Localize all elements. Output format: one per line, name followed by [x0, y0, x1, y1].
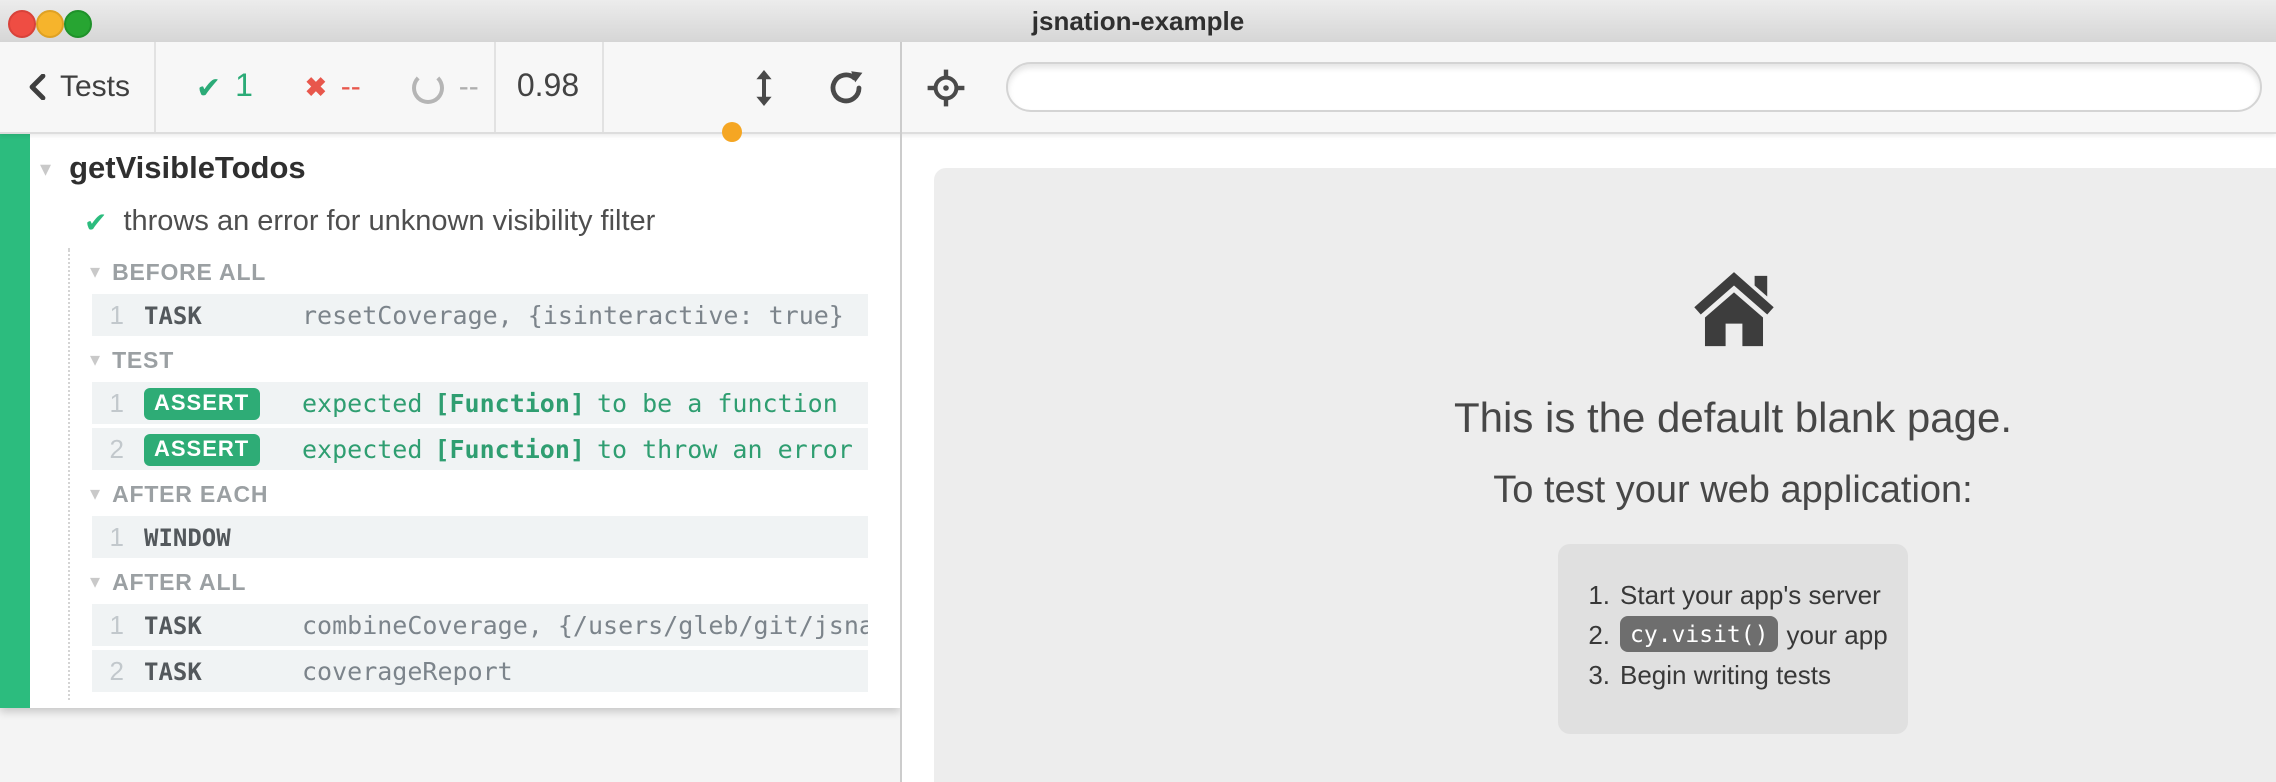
titlebar: jsnation-example — [0, 0, 2276, 44]
command-method: TASK — [144, 657, 294, 685]
command-row[interactable]: 1 WINDOW — [92, 516, 868, 558]
test-row[interactable]: ✔ throws an error for unknown visibility… — [0, 196, 900, 248]
chevron-left-icon — [28, 74, 46, 100]
toolbar: Tests ✔ 1 ✖ -- -- 0.98 — [0, 42, 2276, 134]
passed-count: 1 — [235, 69, 253, 105]
command-method: WINDOW — [144, 523, 294, 551]
command-message: combineCoverage, {/users/gleb/git/jsnati… — [302, 610, 868, 640]
test-duration: 0.98 — [494, 42, 602, 132]
back-to-tests-label: Tests — [60, 70, 130, 104]
command-method: TASK — [144, 611, 294, 639]
command-method: ASSERT — [144, 433, 294, 465]
command-message: expected[Function]to throw an error — [302, 434, 868, 464]
command-method: ASSERT — [144, 387, 294, 419]
header-divider — [602, 42, 604, 132]
arrows-up-down-icon — [754, 69, 774, 105]
command-number: 1 — [92, 300, 124, 330]
command-number: 1 — [92, 610, 124, 640]
command-message: expected[Function]to be a function — [302, 388, 868, 418]
stat-pending: -- — [413, 70, 479, 104]
selector-playground-button[interactable] — [926, 42, 966, 132]
command-row[interactable]: 2 TASK coverageReport — [92, 650, 868, 692]
cross-icon: ✖ — [305, 71, 327, 103]
command-message: resetCoverage, {isinteractive: true} — [302, 300, 868, 330]
hook-label: TEST — [112, 349, 174, 373]
aut-panel: This is the default blank page. To test … — [902, 132, 2276, 782]
refresh-icon — [826, 67, 866, 107]
hook-label: BEFORE ALL — [112, 261, 266, 285]
step-text: your app — [1787, 619, 1888, 649]
crosshair-icon — [926, 67, 966, 107]
suite-title: getVisibleTodos — [69, 152, 306, 188]
blank-page-heading: This is the default blank page. — [902, 396, 2276, 444]
hook-header-test[interactable]: ▾ TEST — [0, 346, 900, 376]
panel-divider[interactable] — [900, 42, 902, 782]
caret-down-icon: ▾ — [90, 263, 100, 283]
viewport-indicator-dot — [722, 122, 742, 142]
blank-page-content: This is the default blank page. To test … — [902, 132, 2276, 734]
command-number: 2 — [92, 656, 124, 686]
command-row[interactable]: 2 ASSERT expected[Function]to throw an e… — [92, 428, 868, 470]
test-stats: ✔ 1 ✖ -- -- — [156, 42, 494, 132]
hook-commands: 1 WINDOW — [92, 516, 868, 558]
hook-commands: 1 TASK combineCoverage, {/users/gleb/git… — [92, 604, 868, 692]
command-number: 1 — [92, 522, 124, 552]
reporter-panel: ▾ getVisibleTodos ✔ throws an error for … — [0, 132, 900, 782]
command-message: coverageReport — [302, 656, 868, 686]
pending-count: -- — [459, 70, 479, 104]
hook-header-before-all[interactable]: ▾ BEFORE ALL — [0, 258, 900, 288]
command-number: 1 — [92, 388, 124, 418]
hook-label: AFTER ALL — [112, 571, 246, 595]
command-number: 2 — [92, 434, 124, 464]
step-text: Start your app's server — [1620, 579, 1881, 609]
command-row[interactable]: 1 TASK resetCoverage, {isinteractive: tr… — [92, 294, 868, 336]
viewport-scale-button[interactable] — [754, 42, 774, 132]
suite-row[interactable]: ▾ getVisibleTodos — [0, 148, 900, 192]
app-window: jsnation-example Tests ✔ 1 ✖ -- -- — [0, 0, 2276, 782]
caret-down-icon: ▾ — [90, 485, 100, 505]
home-icon — [902, 266, 2276, 350]
hook-label: AFTER EACH — [112, 483, 268, 507]
stat-passed: ✔ 1 — [196, 69, 253, 105]
step-text: Begin writing tests — [1620, 659, 1831, 689]
hook-commands: 1 TASK resetCoverage, {isinteractive: tr… — [92, 294, 868, 336]
test-title: throws an error for unknown visibility f… — [123, 206, 655, 238]
url-input[interactable] — [1006, 62, 2262, 112]
hook-header-after-all[interactable]: ▾ AFTER ALL — [0, 568, 900, 598]
caret-down-icon[interactable]: ▾ — [40, 159, 51, 181]
instruction-step: 2. cy.visit() your app — [1578, 614, 1908, 654]
instructions-box: 1. Start your app's server 2. cy.visit()… — [1558, 544, 1908, 734]
assert-badge: ASSERT — [144, 387, 259, 419]
hook-commands: 1 ASSERT expected[Function]to be a funct… — [92, 382, 868, 470]
window-title: jsnation-example — [0, 0, 2276, 42]
command-method: TASK — [144, 301, 294, 329]
hook-header-after-each[interactable]: ▾ AFTER EACH — [0, 480, 900, 510]
command-log: ▾ getVisibleTodos ✔ throws an error for … — [0, 132, 900, 696]
caret-down-icon: ▾ — [90, 573, 100, 593]
command-row[interactable]: 1 ASSERT expected[Function]to be a funct… — [92, 382, 868, 424]
refresh-button[interactable] — [826, 42, 866, 132]
instruction-step: 1. Start your app's server — [1578, 574, 1908, 614]
instruction-step: 3. Begin writing tests — [1578, 654, 1908, 694]
check-icon: ✔ — [196, 69, 221, 105]
failed-count: -- — [341, 70, 361, 104]
back-to-tests-button[interactable]: Tests — [0, 42, 154, 132]
pending-circle-icon — [413, 71, 445, 103]
check-icon: ✔ — [84, 205, 107, 239]
blank-page-subheading: To test your web application: — [902, 470, 2276, 514]
command-row[interactable]: 1 TASK combineCoverage, {/users/gleb/git… — [92, 604, 868, 646]
cy-visit-code-badge: cy.visit() — [1620, 616, 1779, 652]
stat-failed: ✖ -- — [305, 70, 361, 104]
assert-badge: ASSERT — [144, 433, 259, 465]
caret-down-icon: ▾ — [90, 351, 100, 371]
